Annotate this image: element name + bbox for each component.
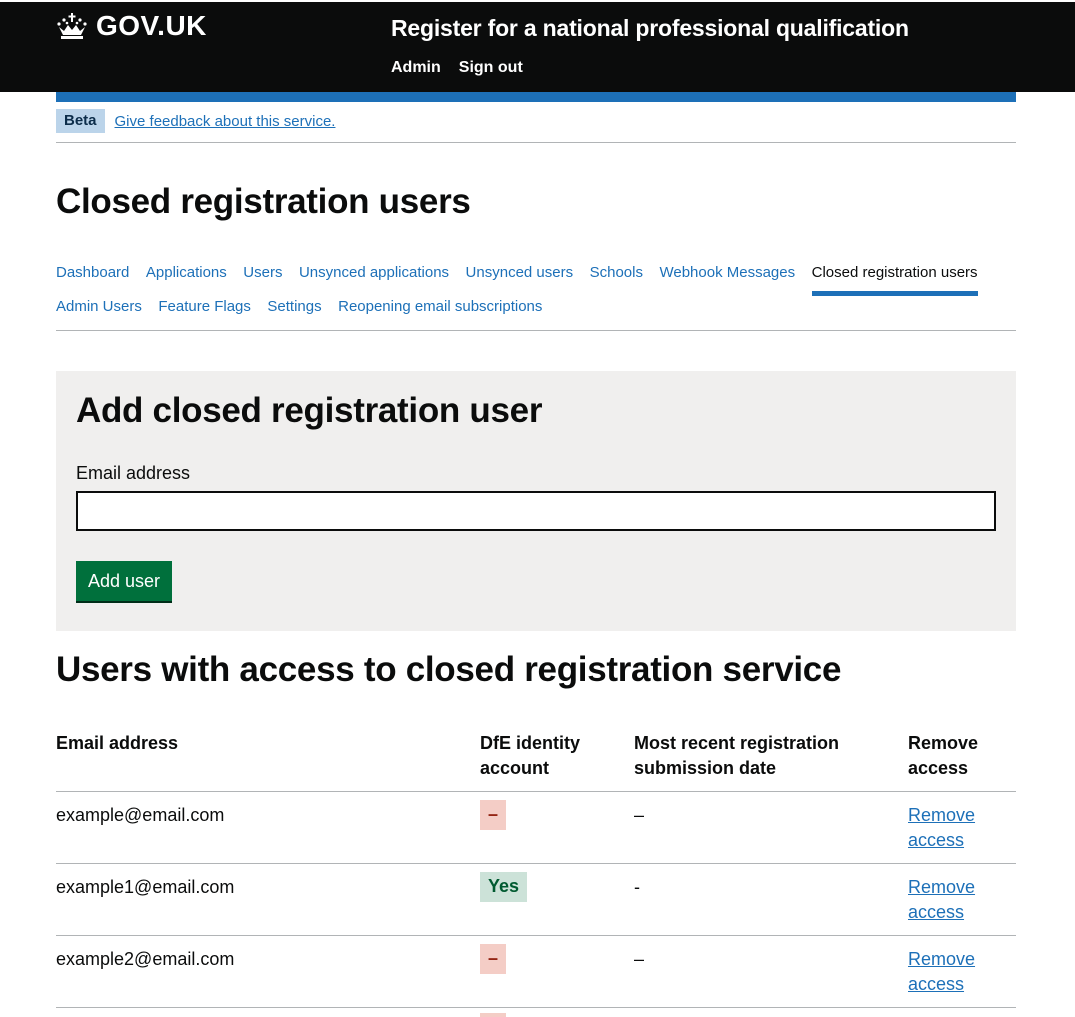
subnav-row: Admin Users Feature Flags Settings Reope… [56,296,1016,330]
email-input[interactable] [76,491,996,531]
cell-dfe-identity: – [480,791,634,864]
add-user-button[interactable]: Add user [76,561,173,601]
page-title: Closed registration users [56,182,471,221]
add-user-panel: Add closed registration user Email addre… [56,371,1016,631]
subnav-item-schools[interactable]: Schools [590,262,643,296]
feedback-link[interactable]: Give feedback about this service. [115,113,336,130]
users-table-heading: Users with access to closed registration… [56,650,842,689]
subnav-item-unsynced-applications[interactable]: Unsynced applications [299,262,449,296]
users-table: Email address DfE identity account Most … [56,731,1016,1008]
table-row: example1@email.com Yes - Remove access [56,863,1016,936]
remove-access-link[interactable]: Remove access [908,949,975,994]
subnav-item-closed-registration-users[interactable]: Closed registration users [811,262,978,296]
column-header-remove-access: Remove access [908,731,1016,792]
cell-dfe-identity: – [480,935,634,1008]
status-tag: – [480,944,507,974]
phase-tag: Beta [56,109,105,133]
cell-dfe-identity: Yes [480,863,634,936]
phase-banner: Beta Give feedback about this service. [56,109,1016,143]
column-header-submission-date: Most recent registration submission date [634,731,908,792]
header-nav-admin[interactable]: Admin [391,59,441,77]
subnav-row: Dashboard Applications Users Unsynced ap… [56,262,1016,296]
govuk-logo-link[interactable]: GOV.UK [56,10,207,42]
email-label: Email address [76,463,191,483]
column-header-dfe-identity: DfE identity account [480,731,634,792]
subnav-item-feature-flags[interactable]: Feature Flags [158,296,251,330]
subnav-item-settings[interactable]: Settings [267,296,321,330]
subnav-item-reopening-email-subscriptions[interactable]: Reopening email subscriptions [338,296,542,330]
status-tag: – [480,800,507,830]
cell-email: example1@email.com [56,863,480,936]
status-tag: Yes [480,872,528,902]
cell-submission-date: - [634,863,908,936]
cell-email: example@email.com [56,791,480,864]
cell-remove-access: Remove access [908,863,1016,936]
subnav-item-dashboard[interactable]: Dashboard [56,262,129,296]
cell-remove-access: Remove access [908,791,1016,864]
add-user-heading: Add closed registration user [76,391,543,430]
admin-subnav: Dashboard Applications Users Unsynced ap… [56,262,1016,331]
remove-access-link[interactable]: Remove access [908,805,975,850]
logo-text: GOV.UK [96,10,207,41]
subnav-item-admin-users[interactable]: Admin Users [56,296,142,330]
cell-remove-access: Remove access [908,935,1016,1008]
column-header-email: Email address [56,731,480,792]
cell-submission-date: – [634,935,908,1008]
table-header-row: Email address DfE identity account Most … [56,731,1016,792]
subnav-item-applications[interactable]: Applications [146,262,227,296]
cell-submission-date: – [634,791,908,864]
next-row-status-tag-partial [480,1013,506,1017]
service-name-link[interactable]: Register for a national professional qua… [391,15,909,42]
subnav-item-unsynced-users[interactable]: Unsynced users [466,262,574,296]
header-nav: Admin Sign out [391,59,523,77]
table-row: example2@email.com – – Remove access [56,935,1016,1008]
header-blue-bar [56,92,1016,102]
cell-email: example2@email.com [56,935,480,1008]
table-row: example@email.com – – Remove access [56,791,1016,864]
header-nav-sign-out[interactable]: Sign out [459,59,523,77]
subnav-item-webhook-messages[interactable]: Webhook Messages [659,262,795,296]
subnav-item-users[interactable]: Users [243,262,282,296]
remove-access-link[interactable]: Remove access [908,877,975,922]
govuk-header: GOV.UK Register for a national professio… [0,2,1075,92]
crown-icon [57,13,87,39]
